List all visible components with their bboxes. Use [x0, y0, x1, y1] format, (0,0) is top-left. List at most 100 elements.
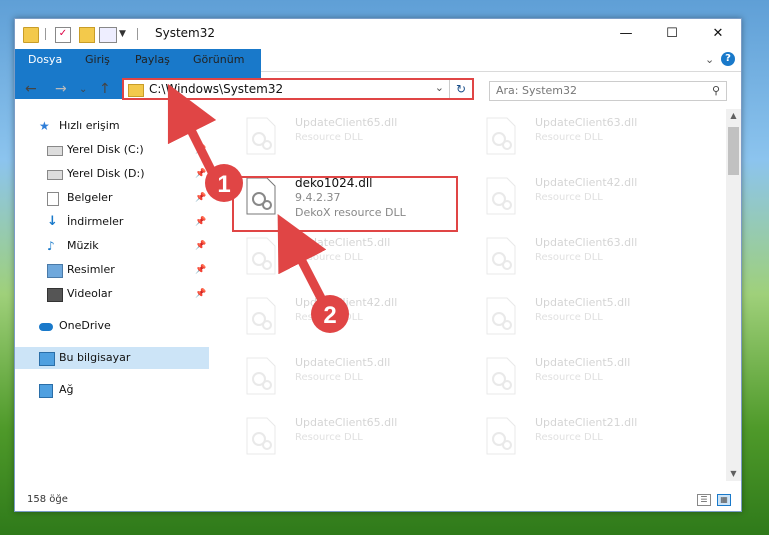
file-type: Resource DLL [535, 372, 603, 383]
folder-icon [23, 27, 39, 43]
file-item[interactable]: UpdateClient5.dll Resource DLL [475, 351, 695, 401]
tab-home[interactable]: Giriş [73, 49, 122, 71]
explorer-window: ✓ ▼ System32 — ☐ ✕ Dosya Giriş Paylaş Gö… [14, 18, 742, 512]
file-item[interactable]: UpdateClient5.dll Resource DLL [235, 351, 455, 401]
dll-file-icon [486, 177, 516, 215]
cloud-icon [39, 323, 53, 331]
sidebar-item-disk-d[interactable]: Yerel Disk (D:) 📌 [15, 163, 209, 185]
sidebar-item-label: Videolar [67, 287, 113, 300]
properties-icon[interactable]: ✓ [55, 27, 71, 43]
large-icons-view-icon[interactable]: ▦ [717, 494, 731, 506]
file-item[interactable]: UpdateClient65.dll Resource DLL [235, 411, 455, 461]
file-item[interactable]: UpdateClient5.dll Resource DLL [475, 291, 695, 341]
sidebar-item-downloads[interactable]: ↓ İndirmeler 📌 [15, 211, 209, 233]
file-name: UpdateClient65.dll [295, 416, 398, 429]
expand-ribbon-icon[interactable]: ⌄ [705, 53, 714, 66]
address-bar[interactable]: C:\Windows\System32 ⌄ ↻ [122, 78, 474, 100]
tab-share[interactable]: Paylaş [123, 49, 182, 71]
status-bar: 158 öğe ☰ ▦ [15, 489, 741, 511]
divider [45, 28, 46, 40]
dll-file-icon [246, 237, 276, 275]
sidebar-item-label: Ağ [59, 383, 74, 396]
pin-icon[interactable]: 📌 [195, 163, 206, 185]
file-type: Resource DLL [295, 252, 363, 263]
sidebar-item-music[interactable]: ♪ Müzik 📌 [15, 235, 209, 257]
dll-file-icon [246, 297, 276, 335]
dll-file-icon [486, 417, 516, 455]
dll-file-icon [486, 357, 516, 395]
sidebar-item-onedrive[interactable]: OneDrive [15, 315, 209, 337]
pin-icon[interactable]: 📌 [195, 235, 206, 257]
sidebar-item-documents[interactable]: Belgeler 📌 [15, 187, 209, 209]
details-view-icon[interactable]: ☰ [697, 494, 711, 506]
file-item[interactable]: UpdateClient63.dll Resource DLL [475, 231, 695, 281]
file-item[interactable]: UpdateClient63.dll Resource DLL [475, 111, 695, 161]
download-icon: ↓ [47, 214, 58, 229]
recent-dropdown-icon[interactable]: ⌄ [79, 84, 87, 95]
videos-icon [47, 288, 63, 302]
close-button[interactable]: ✕ [695, 19, 741, 49]
scroll-thumb[interactable] [728, 127, 739, 175]
sidebar-item-quick-access[interactable]: ★ Hızlı erişim [15, 115, 209, 137]
file-item[interactable]: UpdateClient65.dll Resource DLL [235, 111, 455, 161]
pin-icon[interactable]: 📌 [195, 259, 206, 281]
file-item[interactable]: UpdateClient42.dll Resource DLL [475, 171, 695, 221]
tab-view[interactable]: Görünüm [181, 49, 256, 71]
computer-icon [39, 352, 55, 366]
navigation-bar: ← → ⌄ ↑ C:\Windows\System32 ⌄ ↻ Ara: Sys… [15, 75, 741, 105]
help-icon[interactable]: ? [721, 52, 735, 66]
scroll-down-icon[interactable]: ▼ [726, 467, 741, 481]
sidebar-item-videos[interactable]: Videolar 📌 [15, 283, 209, 305]
file-name: UpdateClient42.dll [535, 176, 638, 189]
view-icon[interactable] [99, 27, 117, 43]
window-title: System32 [155, 26, 216, 40]
vertical-scrollbar[interactable]: ▲ ▼ [726, 109, 741, 481]
back-icon[interactable]: ← [25, 81, 37, 97]
dll-file-icon [486, 297, 516, 335]
refresh-icon[interactable]: ↻ [449, 80, 472, 98]
quick-access-dropdown-icon[interactable]: ▼ [119, 27, 129, 41]
file-name: UpdateClient21.dll [535, 416, 638, 429]
address-path[interactable]: C:\Windows\System32 [149, 82, 283, 96]
file-name: UpdateClient65.dll [295, 116, 398, 129]
dll-file-icon [246, 117, 276, 155]
sidebar-item-label: Yerel Disk (D:) [67, 167, 145, 180]
pin-icon[interactable]: 📌 [195, 139, 206, 161]
pictures-icon [47, 264, 63, 278]
chevron-down-icon[interactable]: ⌄ [435, 81, 444, 94]
file-type: Resource DLL [295, 432, 363, 443]
file-type: Resource DLL [295, 132, 363, 143]
sidebar-item-label: Bu bilgisayar [59, 351, 131, 364]
forward-icon[interactable]: → [55, 81, 67, 97]
sidebar-item-label: OneDrive [59, 319, 111, 332]
minimize-button[interactable]: — [603, 19, 649, 49]
new-folder-icon[interactable] [79, 27, 95, 43]
dll-file-icon [246, 357, 276, 395]
sidebar-item-label: Belgeler [67, 191, 113, 204]
up-icon[interactable]: ↑ [99, 81, 111, 97]
file-list: UpdateClient65.dll Resource DLL deko1024… [223, 109, 739, 481]
title-bar: ✓ ▼ System32 — ☐ ✕ [15, 19, 741, 49]
pin-icon[interactable]: 📌 [195, 283, 206, 305]
sidebar-item-pictures[interactable]: Resimler 📌 [15, 259, 209, 281]
navigation-pane: ★ Hızlı erişim Yerel Disk (C:) 📌 Yerel D… [15, 115, 209, 475]
dll-file-icon [486, 237, 516, 275]
sidebar-item-network[interactable]: Ağ [15, 379, 209, 401]
pin-icon[interactable]: 📌 [195, 211, 206, 233]
sidebar-item-label: İndirmeler [67, 215, 124, 228]
search-placeholder: Ara: System32 [496, 84, 578, 97]
sidebar-item-disk-c[interactable]: Yerel Disk (C:) 📌 [15, 139, 209, 161]
search-input[interactable]: Ara: System32 ⚲ [489, 81, 727, 101]
sidebar-item-label: Hızlı erişim [59, 119, 120, 132]
search-icon[interactable]: ⚲ [712, 84, 720, 97]
file-name: UpdateClient42.dll [295, 296, 398, 309]
pin-icon[interactable]: 📌 [195, 187, 206, 209]
file-item[interactable]: UpdateClient5.dll Resource DLL [235, 231, 455, 281]
file-name: UpdateClient5.dll [295, 236, 391, 249]
scroll-up-icon[interactable]: ▲ [726, 109, 741, 123]
maximize-button[interactable]: ☐ [649, 19, 695, 49]
sidebar-item-this-pc[interactable]: Bu bilgisayar [15, 347, 209, 369]
file-item[interactable]: UpdateClient21.dll Resource DLL [475, 411, 695, 461]
drive-icon [47, 146, 63, 156]
file-item[interactable]: UpdateClient42.dll Resource DLL [235, 291, 455, 341]
